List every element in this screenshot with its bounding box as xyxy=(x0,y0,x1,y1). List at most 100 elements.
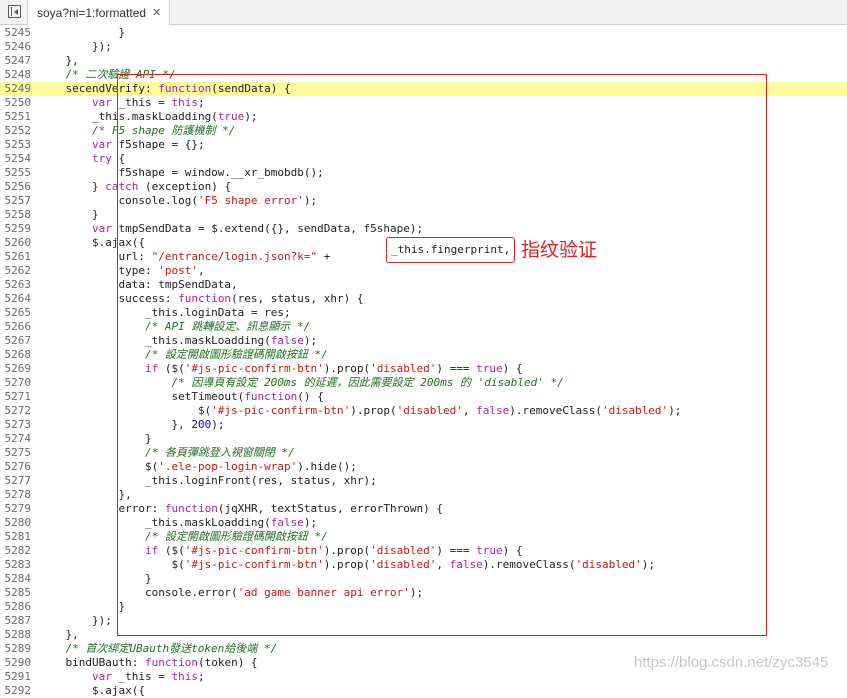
line-number[interactable]: 5262 xyxy=(0,264,32,278)
code-line[interactable]: 5284 } xyxy=(0,572,847,586)
line-number[interactable]: 5270 xyxy=(0,376,32,390)
code-line[interactable]: 5275 /* 各頁彈跳登入視窗關閉 */ xyxy=(0,446,847,460)
code-line[interactable]: 5282 if ($('#js-pic-confirm-btn').prop('… xyxy=(0,544,847,558)
code-text: type: 'post', xyxy=(39,264,205,277)
line-number[interactable]: 5256 xyxy=(0,180,32,194)
code-line[interactable]: 5286 } xyxy=(0,600,847,614)
code-line[interactable]: 5264 success: function(res, status, xhr)… xyxy=(0,292,847,306)
code-line[interactable]: 5276 $('.ele-pop-login-wrap').hide(); xyxy=(0,460,847,474)
code-line[interactable]: 5274 } xyxy=(0,432,847,446)
code-line[interactable]: 5250 var _this = this; xyxy=(0,96,847,110)
code-line[interactable]: 5248 /* 二次驗證 API */ xyxy=(0,68,847,82)
code-line[interactable]: 5269 if ($('#js-pic-confirm-btn').prop('… xyxy=(0,362,847,376)
line-number[interactable]: 5275 xyxy=(0,446,32,460)
code-line[interactable]: 5259 var tmpSendData = $.extend({}, send… xyxy=(0,222,847,236)
code-line[interactable]: 5271 setTimeout(function() { xyxy=(0,390,847,404)
code-line[interactable]: 5285 console.error('ad game banner api e… xyxy=(0,586,847,600)
code-text: bindUBauth: function(token) { xyxy=(39,656,258,669)
line-number[interactable]: 5287 xyxy=(0,614,32,628)
line-number[interactable]: 5274 xyxy=(0,432,32,446)
line-number[interactable]: 5272 xyxy=(0,404,32,418)
code-line[interactable]: 5245 } xyxy=(0,26,847,40)
line-number[interactable]: 5260 xyxy=(0,236,32,250)
line-number[interactable]: 5273 xyxy=(0,418,32,432)
line-number[interactable]: 5247 xyxy=(0,54,32,68)
code-line[interactable]: 5278 }, xyxy=(0,488,847,502)
line-number[interactable]: 5250 xyxy=(0,96,32,110)
code-line[interactable]: 5280 _this.maskLoadding(false); xyxy=(0,516,847,530)
line-number[interactable]: 5283 xyxy=(0,558,32,572)
code-line[interactable]: 5253 var f5shape = {}; xyxy=(0,138,847,152)
line-number[interactable]: 5278 xyxy=(0,488,32,502)
line-number[interactable]: 5269 xyxy=(0,362,32,376)
code-line[interactable]: 5258 } xyxy=(0,208,847,222)
code-line[interactable]: 5252 /* F5 shape 防護機制 */ xyxy=(0,124,847,138)
line-number[interactable]: 5277 xyxy=(0,474,32,488)
code-line[interactable]: 5267 _this.maskLoadding(false); xyxy=(0,334,847,348)
code-line[interactable]: 5256 } catch (exception) { xyxy=(0,180,847,194)
code-line[interactable]: 5247 }, xyxy=(0,54,847,68)
code-line[interactable]: 5283 $('#js-pic-confirm-btn').prop('disa… xyxy=(0,558,847,572)
line-number[interactable]: 5251 xyxy=(0,110,32,124)
code-line[interactable]: 5273 }, 200); xyxy=(0,418,847,432)
code-line[interactable]: 5262 type: 'post', xyxy=(0,264,847,278)
line-number[interactable]: 5255 xyxy=(0,166,32,180)
code-line[interactable]: 5268 /* 設定開啟圖形驗證碼開啟按鈕 */ xyxy=(0,348,847,362)
line-number[interactable]: 5284 xyxy=(0,572,32,586)
line-number[interactable]: 5258 xyxy=(0,208,32,222)
line-number[interactable]: 5245 xyxy=(0,26,32,40)
line-number[interactable]: 5253 xyxy=(0,138,32,152)
code-line[interactable]: 5279 error: function(jqXHR, textStatus, … xyxy=(0,502,847,516)
line-number[interactable]: 5290 xyxy=(0,656,32,670)
line-number[interactable]: 5263 xyxy=(0,278,32,292)
code-line[interactable]: 5255 f5shape = window.__xr_bmobdb(); xyxy=(0,166,847,180)
line-number[interactable]: 5267 xyxy=(0,334,32,348)
code-line[interactable]: 5281 /* 設定開啟圖形驗證碼開啟按鈕 */ xyxy=(0,530,847,544)
line-number[interactable]: 5265 xyxy=(0,306,32,320)
code-line[interactable]: 5272 $('#js-pic-confirm-btn').prop('disa… xyxy=(0,404,847,418)
code-line[interactable]: 5266 /* API 跳轉設定、訊息顯示 */ xyxy=(0,320,847,334)
code-editor[interactable]: 5245 } 5246 }); 5247 }, 5248 /* 二次驗證 API */… xyxy=(0,26,847,697)
line-number[interactable]: 5286 xyxy=(0,600,32,614)
editor-tab-bar: soya?ni=1:formatted ✕ xyxy=(0,0,847,25)
code-line[interactable]: 5287 }); xyxy=(0,614,847,628)
line-number[interactable]: 5254 xyxy=(0,152,32,166)
line-number[interactable]: 5264 xyxy=(0,292,32,306)
line-number[interactable]: 5246 xyxy=(0,40,32,54)
line-number[interactable]: 5257 xyxy=(0,194,32,208)
code-line[interactable]: 5277 _this.loginFront(res, status, xhr); xyxy=(0,474,847,488)
line-number[interactable]: 5289 xyxy=(0,642,32,656)
line-number[interactable]: 5268 xyxy=(0,348,32,362)
line-number[interactable]: 5282 xyxy=(0,544,32,558)
line-number[interactable]: 5271 xyxy=(0,390,32,404)
line-number[interactable]: 5249 xyxy=(0,82,32,96)
code-line[interactable]: 5292 $.ajax({ xyxy=(0,684,847,698)
code-line[interactable]: 5246 }); xyxy=(0,40,847,54)
line-number[interactable]: 5276 xyxy=(0,460,32,474)
code-line[interactable]: 5270 /* 因導頁有設定 200ms 的延遲，因此需要設定 200ms 的 … xyxy=(0,376,847,390)
code-text: setTimeout(function() { xyxy=(39,390,324,403)
sidebar-toggle-icon[interactable] xyxy=(8,5,21,18)
code-text: $.ajax({ xyxy=(39,236,145,249)
line-number[interactable]: 5285 xyxy=(0,586,32,600)
tab-soya-formatted[interactable]: soya?ni=1:formatted ✕ xyxy=(27,0,171,25)
line-number[interactable]: 5280 xyxy=(0,516,32,530)
line-number[interactable]: 5248 xyxy=(0,68,32,82)
code-line[interactable]: 5288 }, xyxy=(0,628,847,642)
code-line[interactable]: 5263 data: tmpSendData, xyxy=(0,278,847,292)
line-number[interactable]: 5252 xyxy=(0,124,32,138)
code-line[interactable]: 5249 secendVerify: function(sendData) { xyxy=(0,82,847,96)
code-line[interactable]: 5265 _this.loginData = res; xyxy=(0,306,847,320)
line-number[interactable]: 5292 xyxy=(0,684,32,698)
code-line[interactable]: 5254 try { xyxy=(0,152,847,166)
close-icon[interactable]: ✕ xyxy=(152,6,161,19)
code-line[interactable]: 5251 _this.maskLoadding(true); xyxy=(0,110,847,124)
line-number[interactable]: 5261 xyxy=(0,250,32,264)
line-number[interactable]: 5266 xyxy=(0,320,32,334)
line-number[interactable]: 5281 xyxy=(0,530,32,544)
code-text: console.log('F5 shape error'); xyxy=(39,194,318,207)
line-number[interactable]: 5259 xyxy=(0,222,32,236)
code-line[interactable]: 5257 console.log('F5 shape error'); xyxy=(0,194,847,208)
line-number[interactable]: 5288 xyxy=(0,628,32,642)
line-number[interactable]: 5279 xyxy=(0,502,32,516)
